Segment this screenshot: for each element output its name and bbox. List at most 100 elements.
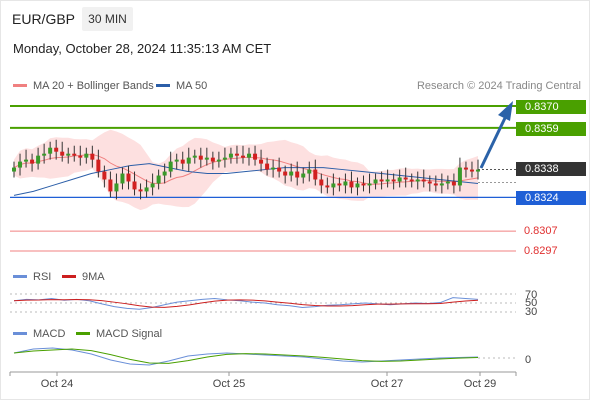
candle-body bbox=[319, 179, 324, 186]
candle-body bbox=[132, 181, 137, 190]
candle-body bbox=[120, 173, 125, 184]
candle-body bbox=[289, 171, 294, 176]
candle-body bbox=[186, 157, 191, 164]
candle-body bbox=[397, 177, 402, 182]
candle-body bbox=[198, 155, 203, 160]
candle-body bbox=[174, 159, 179, 162]
candle-body bbox=[102, 171, 107, 180]
x-tick-label: Oct 27 bbox=[370, 378, 404, 390]
candle-body bbox=[60, 151, 65, 156]
candle-body bbox=[144, 187, 149, 192]
macd-zero-label: 0 bbox=[525, 354, 532, 366]
candle-body bbox=[427, 181, 432, 184]
candle-body bbox=[463, 167, 468, 170]
candle-body bbox=[150, 183, 155, 188]
forecast-arrow bbox=[479, 101, 513, 169]
candle-body bbox=[216, 159, 221, 162]
oscillators bbox=[10, 293, 516, 366]
candle-body bbox=[114, 183, 119, 192]
candle-body bbox=[355, 183, 360, 188]
candle-body bbox=[240, 155, 245, 158]
candle-body bbox=[349, 181, 354, 188]
candle-body bbox=[283, 171, 288, 176]
macd-line bbox=[13, 347, 479, 366]
candle-body bbox=[138, 189, 143, 192]
candle-body bbox=[307, 169, 312, 174]
candle-body bbox=[469, 169, 474, 172]
candle-body bbox=[391, 179, 396, 182]
x-axis bbox=[9, 371, 517, 376]
candle-body bbox=[96, 159, 101, 172]
x-tick-label: Oct 24 bbox=[40, 378, 74, 390]
rsi-level-30: 30 bbox=[525, 306, 538, 318]
candle-body bbox=[367, 183, 372, 186]
candle-body bbox=[72, 153, 77, 156]
candle-body bbox=[361, 183, 366, 186]
candle-body bbox=[457, 167, 462, 186]
candle-body bbox=[325, 185, 330, 188]
candle-body bbox=[12, 167, 16, 172]
candle-body bbox=[313, 169, 318, 180]
x-tick-label: Oct 25 bbox=[212, 378, 246, 390]
candle-body bbox=[30, 159, 35, 164]
candle-body bbox=[379, 179, 384, 182]
candle-body bbox=[162, 171, 167, 176]
candle-body bbox=[180, 159, 185, 164]
candle-body bbox=[265, 163, 270, 170]
candle-body bbox=[228, 153, 233, 158]
candle-body bbox=[210, 157, 215, 162]
bollinger-band-area bbox=[14, 129, 478, 211]
candle-body bbox=[295, 171, 300, 178]
candle-body bbox=[126, 173, 131, 182]
candle-body bbox=[415, 179, 420, 182]
macd-signal-line bbox=[13, 348, 479, 364]
candle-body bbox=[259, 159, 264, 164]
candle-body bbox=[84, 153, 89, 158]
candle-body bbox=[343, 181, 348, 186]
candle-body bbox=[451, 181, 456, 186]
candle-body bbox=[331, 183, 336, 188]
candle-body bbox=[253, 153, 258, 160]
candle-body bbox=[192, 155, 197, 158]
candle-body bbox=[48, 147, 53, 154]
x-tick-label: Oct 29 bbox=[463, 378, 497, 390]
candle-body bbox=[54, 147, 59, 152]
candle-body bbox=[271, 167, 276, 170]
candle-body bbox=[156, 175, 161, 184]
price-tag-r1: 0.8359 bbox=[516, 122, 586, 136]
candle-body bbox=[403, 177, 408, 180]
candle-body bbox=[168, 161, 173, 172]
candle-body bbox=[42, 153, 47, 156]
forecast-arrow-shaft bbox=[479, 117, 507, 169]
candle-body bbox=[439, 183, 444, 186]
candle-body bbox=[373, 179, 378, 184]
candle-body bbox=[385, 179, 390, 182]
candle-body bbox=[476, 169, 480, 172]
candle-body bbox=[421, 179, 426, 182]
price-tag-r2: 0.8370 bbox=[516, 100, 586, 114]
candle-body bbox=[66, 153, 71, 156]
price-tag-s1: 0.8324 bbox=[516, 191, 586, 205]
candle-body bbox=[24, 159, 29, 162]
candle-body bbox=[204, 157, 209, 160]
candle-body bbox=[433, 183, 438, 186]
candle-body bbox=[18, 161, 23, 168]
candle-body bbox=[445, 181, 450, 184]
candle-body bbox=[277, 167, 282, 172]
candle-body bbox=[78, 155, 83, 158]
price-label-s2: 0.8307 bbox=[524, 225, 558, 237]
candle-body bbox=[234, 153, 239, 156]
candle-body bbox=[222, 157, 227, 160]
price-label-s3: 0.8297 bbox=[524, 245, 558, 257]
candle-body bbox=[337, 183, 342, 186]
price-chart[interactable] bbox=[0, 0, 590, 400]
bollinger-band-fill bbox=[14, 129, 478, 211]
candle-body bbox=[301, 173, 306, 178]
candle-body bbox=[108, 179, 113, 192]
candle-body bbox=[247, 153, 252, 158]
candle-body bbox=[36, 155, 41, 164]
candle-body bbox=[409, 179, 414, 182]
forecast-arrow-head bbox=[498, 101, 513, 121]
candle-body bbox=[90, 153, 95, 160]
price-tag-current: 0.8338 bbox=[516, 162, 586, 176]
